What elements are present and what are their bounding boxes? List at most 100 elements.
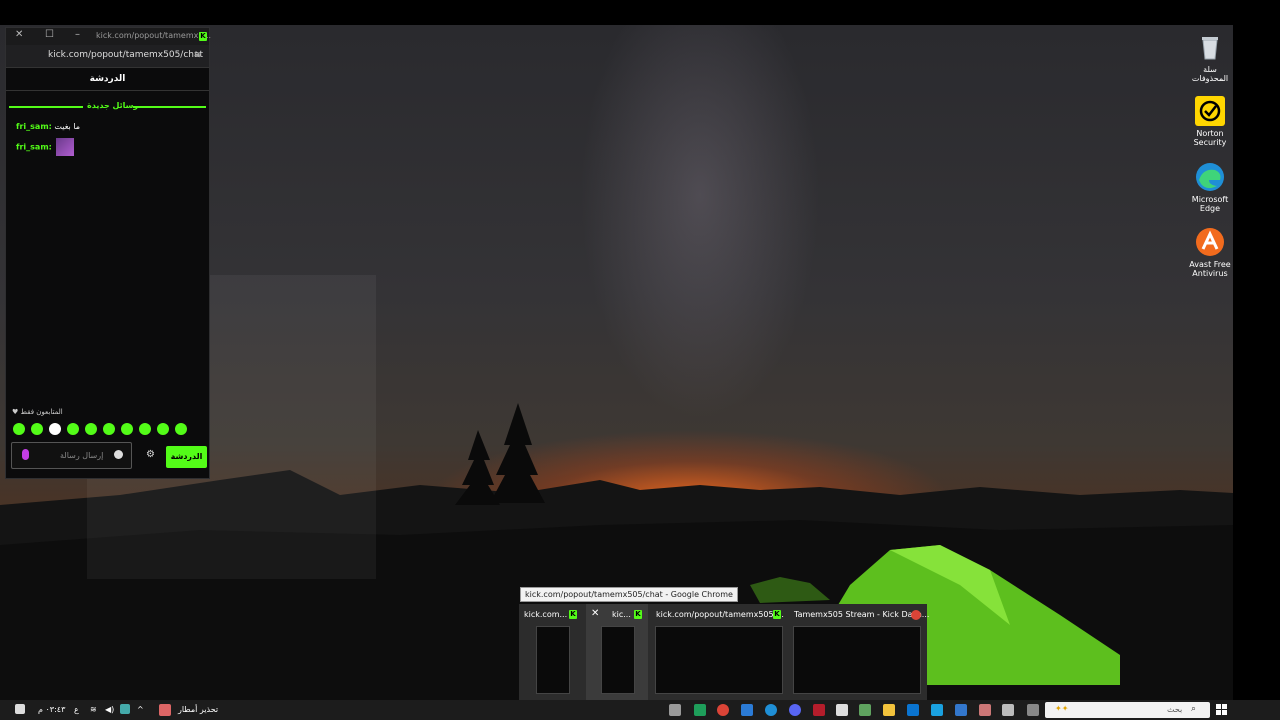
search-input[interactable]: ✦✦ بحث ⌕ [1045,702,1210,718]
emote-icon[interactable] [85,423,97,435]
address-bar[interactable]: kick.com/popout/tamemx505/chat ⇆ [6,45,209,68]
minimize-icon[interactable]: – [75,29,80,40]
chat-username[interactable]: fri_sam: [16,122,52,131]
taskbar-app-icon[interactable] [813,704,825,716]
search-icon: ⌕ [1191,704,1197,714]
chat-header: الدردشة [6,68,209,91]
url-text: kick.com/popout/tamemx505/chat [48,50,204,60]
kick-logo-icon: K [634,610,642,619]
volume-icon[interactable]: ◀) [105,705,114,714]
taskbar-app-icon[interactable] [836,704,848,716]
desktop-icon-avast[interactable]: Avast Free Antivirus [1188,227,1232,278]
emote-icon[interactable] [13,423,25,435]
preview-image [601,626,635,694]
taskbar-app-icon[interactable] [1002,704,1014,716]
emote-icon[interactable] [31,423,43,435]
followers-only-text: المتابعون فقط [20,408,63,416]
divider-line [9,106,83,108]
close-icon[interactable]: ✕ [15,29,23,40]
task-view-icon[interactable] [1027,704,1039,716]
desktop-icon-label: Norton Security [1193,129,1227,147]
language-indicator[interactable]: ع [74,705,79,714]
recycle-bin-icon [1195,32,1225,62]
taskbar-app-icon[interactable] [979,704,991,716]
wifi-icon[interactable]: ≋ [90,705,97,714]
chat-message-text: ما بغيت [54,122,81,131]
chat-send-button[interactable]: الدردشة [166,446,207,468]
discord-icon[interactable] [789,704,801,716]
emote-image [56,138,75,156]
taskbar-app-icon[interactable] [907,704,919,716]
taskbar-app-icon[interactable] [859,704,871,716]
chat-username[interactable]: fri_sam: [16,143,52,152]
edge-icon [1195,162,1225,192]
preview-thumbnail[interactable]: kick.com/popout/tamemx505/... K [651,604,785,700]
emote-icon[interactable] [103,423,115,435]
divider-line [133,106,206,108]
preview-image [793,626,921,694]
emote-icon[interactable] [67,423,79,435]
preview-thumbnail[interactable]: ✕ kic... K [586,604,648,700]
new-messages-divider: رسائل جديدة [9,101,206,113]
chat-input[interactable]: إرسال رسالة [11,442,132,469]
close-icon[interactable]: ✕ [591,608,599,619]
followers-only-label: ♥ المتابعون فقط [12,408,63,416]
gear-icon[interactable]: ⚙ [146,449,155,460]
file-explorer-icon[interactable] [883,704,895,716]
desktop-icon-recycle-bin[interactable]: سلة المحذوفات [1188,32,1232,83]
emote-icon[interactable] [49,423,61,435]
preview-title: kick.com... [524,610,568,619]
emote-icon[interactable] [157,423,169,435]
taskbar-app-icon[interactable] [694,704,706,716]
site-settings-icon[interactable]: ⇆ [194,50,202,60]
preview-thumbnail[interactable]: kick.com... K [519,604,583,700]
sparkle-icon: ✦✦ [1055,704,1069,713]
emote-icon[interactable] [139,423,151,435]
chat-message: fri_sam: ما بغيت [16,122,80,131]
preview-title: kick.com/popout/tamemx505/... [656,610,784,619]
kick-logo-icon: K [773,610,781,619]
taskbar-app-icon[interactable] [741,704,753,716]
taskbar: ٠٣:٤٣ م ع ≋ ◀) ^ تحذير أمطار ✦✦ بحث ⌕ [0,700,1280,720]
preview-thumbnail[interactable]: Tamemx505 Stream - Kick Dash... [789,604,929,700]
taskbar-app-icon[interactable] [931,704,943,716]
chevron-up-icon[interactable]: ^ [137,705,144,714]
weather-warning-icon[interactable] [159,704,171,716]
tray-app-icon[interactable] [120,704,130,714]
taskbar-app-icon[interactable] [669,704,681,716]
chat-input-placeholder: إرسال رسالة [60,451,104,460]
heart-icon: ♥ [12,408,19,416]
search-placeholder: بحث [1167,705,1183,714]
emote-bar [13,423,203,437]
preview-title: kic... [612,610,631,619]
new-messages-label: رسائل جديدة [87,101,139,110]
maximize-icon[interactable]: ☐ [45,29,54,40]
shield-icon[interactable] [955,704,967,716]
chrome-icon [911,610,921,620]
chrome-icon[interactable] [717,704,729,716]
chat-popout-window: ✕ ☐ – kick.com/popout/tamemx5... K kick.… [5,27,212,479]
window-tooltip: kick.com/popout/tamemx505/chat - Google … [520,587,738,602]
emote-icon[interactable] [175,423,187,435]
kick-logo-icon: K [199,32,207,41]
edge-icon[interactable] [765,704,777,716]
desktop-icon-label: سلة المحذوفات [1191,65,1229,83]
chat-message: fri_sam: [16,138,75,156]
weather-text[interactable]: تحذير أمطار [178,705,218,714]
notifications-icon[interactable] [15,704,25,714]
windows-start-icon[interactable] [1216,704,1228,716]
desktop-icon-edge[interactable]: Microsoft Edge [1188,162,1232,213]
taskbar-preview-panel: kick.com... K ✕ kic... K kick.com/popout… [519,604,929,700]
norton-icon [1195,96,1225,126]
title-bar: ✕ ☐ – kick.com/popout/tamemx5... K [6,28,212,45]
preview-image [536,626,570,694]
emote-icon[interactable] [121,423,133,435]
emoji-icon[interactable] [114,450,123,459]
desktop-icon-norton[interactable]: Norton Security [1188,96,1232,147]
desktop-icon-label: Microsoft Edge [1191,195,1229,213]
kick-logo-icon: K [569,610,577,619]
window-title: kick.com/popout/tamemx5... [96,31,212,40]
microphone-icon[interactable] [22,449,29,460]
clock[interactable]: ٠٣:٤٣ م [38,705,65,714]
preview-title: Tamemx505 Stream - Kick Dash... [794,610,930,619]
